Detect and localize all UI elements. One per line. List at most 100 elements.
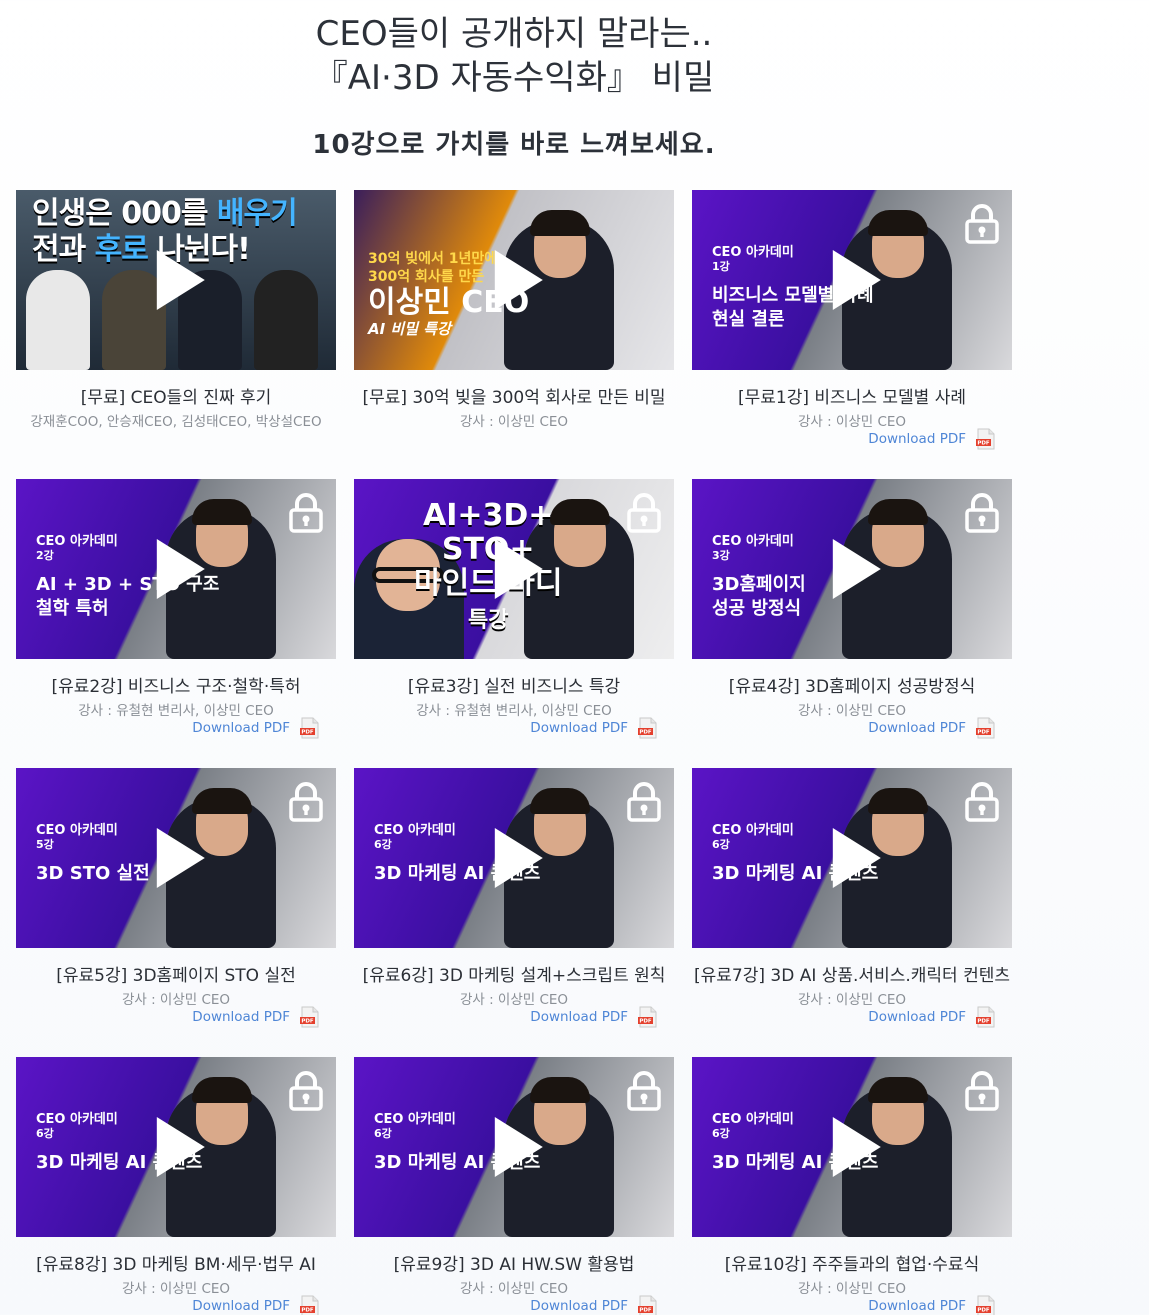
lecture-instructor: 강사 : 이상민 CEO	[797, 703, 907, 719]
pdf-file-icon[interactable]: PDF	[300, 1295, 320, 1315]
lecture-thumbnail[interactable]: CEO 아카데미 3강 3D홈페이지 성공 방정식	[692, 479, 1012, 659]
lecture-card[interactable]: CEO 아카데미 6강 3D 마케팅 AI 콘텐츠 [유료10강] 주주들과의 협업·…	[692, 1057, 1012, 1315]
lock-icon	[626, 1071, 662, 1111]
lecture-title[interactable]: [유료10강] 주주들과의 협업·수료식	[692, 1250, 1012, 1275]
lecture-thumbnail[interactable]: 인생은 000를 배우기 전과 후로 나뉜다!	[16, 190, 336, 370]
lecture-title[interactable]: [무료] CEO들의 진짜 후기	[16, 383, 336, 408]
lecture-title[interactable]: [유료7강] 3D AI 상품.서비스.캐릭터 컨텐츠	[692, 961, 1012, 986]
play-icon[interactable]	[156, 828, 205, 888]
lecture-thumbnail[interactable]: CEO 아카데미 5강 3D STO 실전	[16, 768, 336, 948]
pdf-file-icon[interactable]: PDF	[638, 1006, 658, 1028]
download-pdf-label[interactable]: Download PDF	[530, 720, 628, 736]
lecture-thumbnail[interactable]: CEO 아카데미 2강 AI + 3D + STO 구조 철학 특허	[16, 479, 336, 659]
lecture-card[interactable]: 인생은 000를 배우기 전과 후로 나뉜다! [무료] CEO들의 진짜 후기 강재…	[16, 190, 336, 479]
pdf-file-icon[interactable]: PDF	[638, 717, 658, 739]
download-pdf-link[interactable]: Download PDF PDF	[868, 428, 996, 450]
lecture-card[interactable]: CEO 아카데미 6강 3D 마케팅 AI 콘텐츠 [유료7강] 3D AI 상품.서…	[692, 768, 1012, 1057]
pdf-file-icon[interactable]: PDF	[976, 717, 996, 739]
thumbnail-headline: CEO 아카데미 5강 3D STO 실전	[36, 823, 150, 885]
svg-text:PDF: PDF	[301, 1019, 314, 1025]
lecture-card[interactable]: CEO 아카데미 6강 3D 마케팅 AI 콘텐츠 [유료8강] 3D 마케팅 BM·…	[16, 1057, 336, 1315]
play-icon[interactable]	[156, 539, 205, 599]
lock-icon	[964, 493, 1000, 533]
lecture-thumbnail[interactable]: CEO 아카데미 1강 비즈니스 모델별 사례 현실 결론	[692, 190, 1012, 370]
lecture-instructor: 강사 : 이상민 CEO	[121, 1281, 231, 1297]
download-pdf-label[interactable]: Download PDF	[192, 1298, 290, 1314]
download-pdf-label[interactable]: Download PDF	[530, 1009, 628, 1025]
lecture-thumbnail[interactable]: CEO 아카데미 6강 3D 마케팅 AI 콘텐츠	[692, 1057, 1012, 1237]
play-icon[interactable]	[156, 250, 205, 310]
download-pdf-label[interactable]: Download PDF	[868, 1298, 966, 1314]
lock-icon	[964, 204, 1000, 244]
lecture-title[interactable]: [무료] 30억 빚을 300억 회사로 만든 비밀	[354, 383, 674, 408]
hero-title-line2: 『AI·3D 자동수익화』 비밀	[313, 58, 715, 98]
thumbnail-headline: CEO 아카데미 3강 3D홈페이지 성공 방정식	[712, 534, 806, 620]
lock-icon	[626, 493, 662, 533]
play-icon[interactable]	[494, 539, 543, 599]
play-icon[interactable]	[832, 250, 881, 310]
lecture-instructor: 강사 : 이상민 CEO	[459, 992, 569, 1008]
lecture-thumbnail[interactable]: CEO 아카데미 6강 3D 마케팅 AI 콘텐츠	[354, 1057, 674, 1237]
pdf-file-icon[interactable]: PDF	[300, 1006, 320, 1028]
lecture-instructor: 강사 : 이상민 CEO	[121, 992, 231, 1008]
lecture-card[interactable]: AI+3D+ STO+ 마인드 바디 특강 [유료3강] 실전 비즈니스 특강 강사 : …	[354, 479, 674, 768]
download-pdf-link[interactable]: Download PDF PDF	[868, 717, 996, 739]
lecture-thumbnail[interactable]: CEO 아카데미 6강 3D 마케팅 AI 콘텐츠	[16, 1057, 336, 1237]
lecture-card[interactable]: CEO 아카데미 1강 비즈니스 모델별 사례 현실 결론 [무료1강] 비즈니스 모델…	[692, 190, 1012, 479]
lecture-instructor: 강사 : 이상민 CEO	[459, 1281, 569, 1297]
pdf-file-icon[interactable]: PDF	[976, 1006, 996, 1028]
lecture-thumbnail[interactable]: CEO 아카데미 6강 3D 마케팅 AI 콘텐츠	[692, 768, 1012, 948]
lecture-thumbnail[interactable]: CEO 아카데미 6강 3D 마케팅 AI 콘텐츠	[354, 768, 674, 948]
lecture-title[interactable]: [유료3강] 실전 비즈니스 특강	[354, 672, 674, 697]
play-icon[interactable]	[832, 828, 881, 888]
download-pdf-label[interactable]: Download PDF	[192, 720, 290, 736]
lecture-instructor: 강사 : 이상민 CEO	[459, 414, 569, 430]
download-pdf-link[interactable]: Download PDF PDF	[868, 1006, 996, 1028]
svg-text:PDF: PDF	[639, 1308, 652, 1314]
play-icon[interactable]	[494, 250, 543, 310]
svg-text:PDF: PDF	[639, 1019, 652, 1025]
lock-icon	[288, 782, 324, 822]
play-icon[interactable]	[832, 1117, 881, 1177]
play-icon[interactable]	[832, 539, 881, 599]
download-pdf-link[interactable]: Download PDF PDF	[530, 717, 658, 739]
download-pdf-label[interactable]: Download PDF	[868, 720, 966, 736]
pdf-file-icon[interactable]: PDF	[976, 1295, 996, 1315]
lecture-card[interactable]: CEO 아카데미 6강 3D 마케팅 AI 콘텐츠 [유료9강] 3D AI HW.S…	[354, 1057, 674, 1315]
lecture-title[interactable]: [유료5강] 3D홈페이지 STO 실전	[16, 961, 336, 986]
lecture-card[interactable]: CEO 아카데미 3강 3D홈페이지 성공 방정식 [유료4강] 3D홈페이지 성공방정…	[692, 479, 1012, 768]
lecture-title[interactable]: [무료1강] 비즈니스 모델별 사례	[692, 383, 1012, 408]
download-pdf-link[interactable]: Download PDF PDF	[530, 1006, 658, 1028]
lecture-card[interactable]: 30억 빚에서 1년만에 300억 회사를 만든 이상민 CEO AI 비밀 특강 [무…	[354, 190, 674, 479]
lecture-title[interactable]: [유료8강] 3D 마케팅 BM·세무·법무 AI	[16, 1250, 336, 1275]
lecture-thumbnail[interactable]: 30억 빚에서 1년만에 300억 회사를 만든 이상민 CEO AI 비밀 특강	[354, 190, 674, 370]
lock-icon	[626, 782, 662, 822]
download-pdf-label[interactable]: Download PDF	[192, 1009, 290, 1025]
lecture-instructor: 강사 : 유철현 변리사, 이상민 CEO	[78, 703, 274, 719]
lecture-thumbnail[interactable]: AI+3D+ STO+ 마인드 바디 특강	[354, 479, 674, 659]
hero-title-line1: CEO들이 공개하지 말라는..	[315, 14, 713, 54]
pdf-file-icon[interactable]: PDF	[638, 1295, 658, 1315]
lecture-title[interactable]: [유료6강] 3D 마케팅 설계+스크립트 원칙	[354, 961, 674, 986]
download-pdf-link[interactable]: Download PDF PDF	[192, 1295, 320, 1315]
lecture-title[interactable]: [유료2강] 비즈니스 구조·철학·특허	[16, 672, 336, 697]
download-pdf-label[interactable]: Download PDF	[868, 431, 966, 447]
download-pdf-label[interactable]: Download PDF	[868, 1009, 966, 1025]
lecture-title[interactable]: [유료9강] 3D AI HW.SW 활용법	[354, 1250, 674, 1275]
play-icon[interactable]	[494, 1117, 543, 1177]
play-icon[interactable]	[156, 1117, 205, 1177]
pdf-file-icon[interactable]: PDF	[976, 428, 996, 450]
lecture-card[interactable]: CEO 아카데미 6강 3D 마케팅 AI 콘텐츠 [유료6강] 3D 마케팅 설계+…	[354, 768, 674, 1057]
lecture-card[interactable]: CEO 아카데미 2강 AI + 3D + STO 구조 철학 특허 [유료2강] 비즈…	[16, 479, 336, 768]
download-pdf-link[interactable]: Download PDF PDF	[868, 1295, 996, 1315]
pdf-file-icon[interactable]: PDF	[300, 717, 320, 739]
download-pdf-link[interactable]: Download PDF PDF	[192, 717, 320, 739]
lock-icon	[288, 1071, 324, 1111]
download-pdf-link[interactable]: Download PDF PDF	[192, 1006, 320, 1028]
download-pdf-label[interactable]: Download PDF	[530, 1298, 628, 1314]
play-icon[interactable]	[494, 828, 543, 888]
download-pdf-link[interactable]: Download PDF PDF	[530, 1295, 658, 1315]
lecture-title[interactable]: [유료4강] 3D홈페이지 성공방정식	[692, 672, 1012, 697]
lecture-card[interactable]: CEO 아카데미 5강 3D STO 실전 [유료5강] 3D홈페이지 STO 실전강…	[16, 768, 336, 1057]
hero-title: CEO들이 공개하지 말라는.. 『AI·3D 자동수익화』 비밀	[0, 12, 1028, 100]
